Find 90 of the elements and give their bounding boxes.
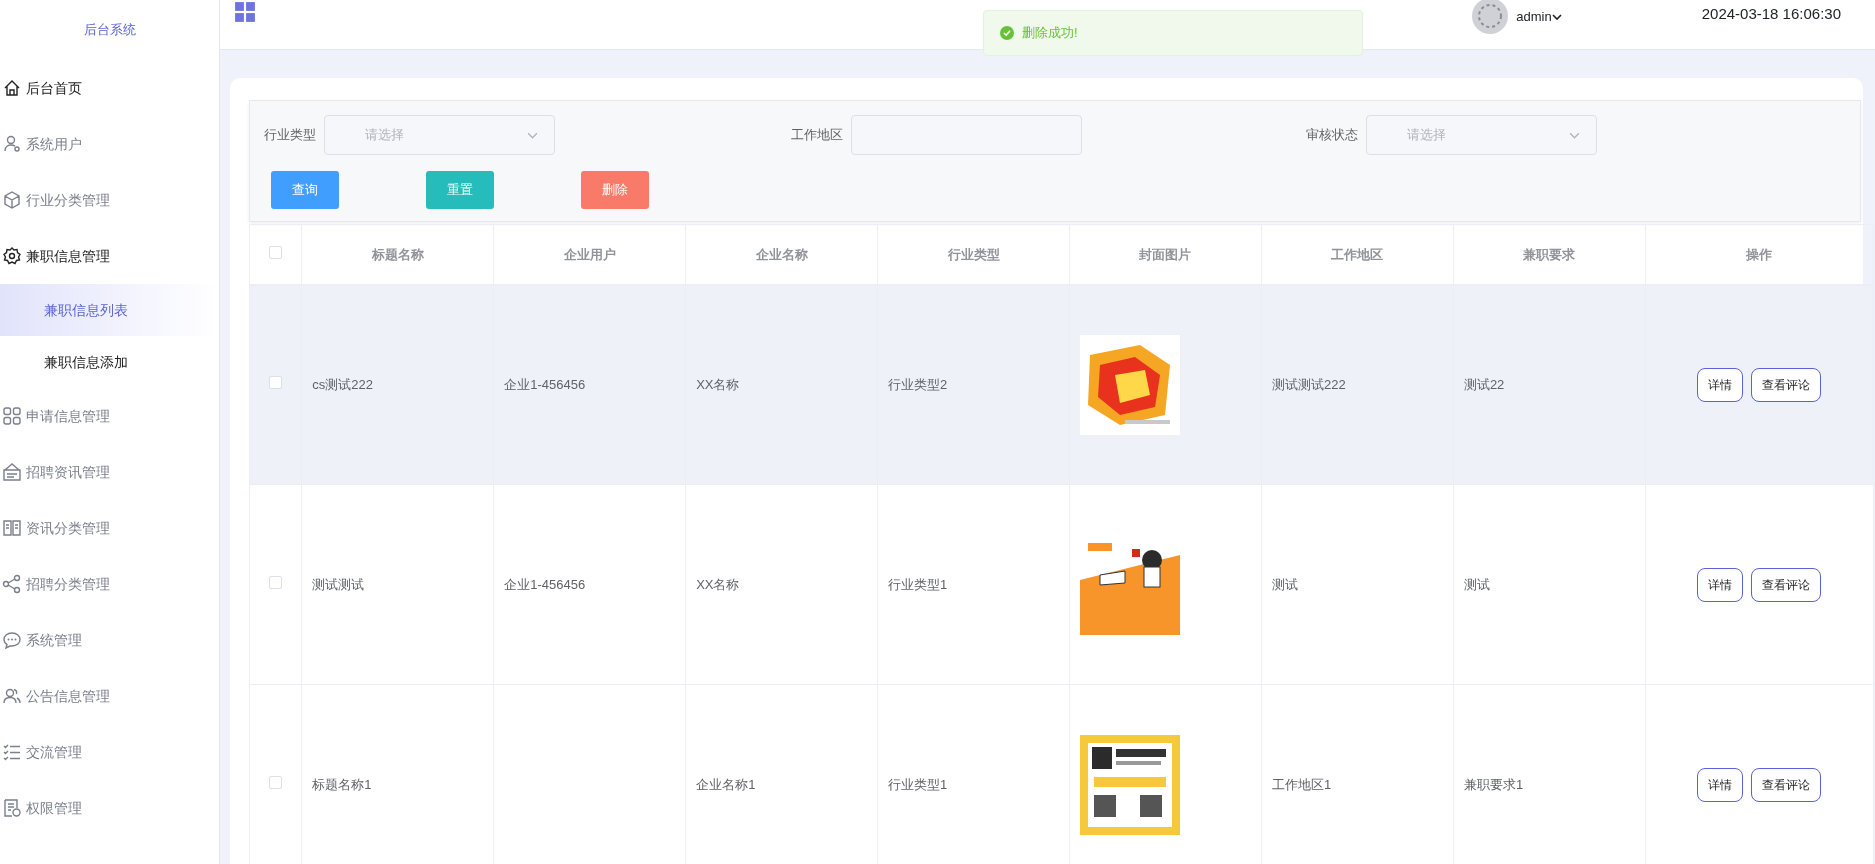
settings-icon xyxy=(2,246,22,266)
comments-button[interactable]: 查看评论 xyxy=(1750,367,1821,402)
menu-label: 系统用户 xyxy=(26,134,82,154)
share-icon xyxy=(2,574,22,594)
menu-item[interactable]: 系统管理 xyxy=(0,612,219,668)
input-field[interactable] xyxy=(851,115,1082,155)
table-cell: 行业类型1 xyxy=(888,776,948,792)
table-cell: 测试测试222 xyxy=(1271,377,1346,392)
column-header: 企业用户 xyxy=(493,224,686,285)
menu-label: 行业分类管理 xyxy=(26,190,110,210)
date-time: 2024-03-18 16:06:30 xyxy=(1701,4,1841,25)
row-checkbox[interactable] xyxy=(268,376,282,389)
table-row[interactable]: 标题名称1 企业名称1 行业类型1 工作地区1 兼职要求1 详情 查看评论 xyxy=(249,684,1874,864)
menu-item[interactable]: 资讯分类管理 xyxy=(0,500,219,556)
menu-label: 兼职信息管理 xyxy=(26,246,110,266)
menu-item[interactable]: 后台首页 xyxy=(0,60,219,116)
table-cell: 工作地区1 xyxy=(1271,776,1332,792)
table-row[interactable]: cs测试222 企业1-456456 XX名称 行业类型2 测试测试222 测试22 详情 查看评论 xyxy=(249,284,1874,485)
user-gear-icon xyxy=(2,134,22,154)
menu-label: 后台首页 xyxy=(26,78,82,98)
users-icon xyxy=(2,686,22,706)
table-cell: cs测试222 xyxy=(312,377,373,392)
row-checkbox[interactable] xyxy=(268,775,282,789)
menu-label: 权限管理 xyxy=(26,798,82,818)
menu-label: 交流管理 xyxy=(26,742,82,762)
table-cell: 企业1-456456 xyxy=(504,377,586,392)
menu-label: 公告信息管理 xyxy=(26,686,110,706)
grid-icon xyxy=(2,406,22,426)
success-icon xyxy=(1000,26,1014,40)
row-checkbox[interactable] xyxy=(268,575,282,589)
table-cell: 企业名称1 xyxy=(696,776,756,792)
query-button[interactable]: 查询 xyxy=(271,171,339,209)
select-all-checkbox[interactable] xyxy=(269,245,283,259)
signboard-icon xyxy=(2,462,22,482)
house-icon xyxy=(2,78,22,98)
menu-item[interactable]: 招聘资讯管理 xyxy=(0,444,219,500)
table-cell: XX名称 xyxy=(696,576,740,592)
checklist-icon xyxy=(2,742,22,762)
chat-icon xyxy=(2,630,22,650)
submenu-item[interactable]: 兼职信息添加 xyxy=(0,336,219,388)
column-header: 企业名称 xyxy=(685,224,878,285)
sidebar-title: 后台系统 xyxy=(83,21,136,40)
caret-icon[interactable] xyxy=(1551,11,1562,22)
comments-button[interactable]: 查看评论 xyxy=(1750,767,1821,802)
details-button[interactable]: 详情 xyxy=(1696,567,1743,602)
comments-button[interactable]: 查看评论 xyxy=(1750,567,1821,602)
table-cell: 行业类型1 xyxy=(888,576,948,592)
menu-label: 招聘资讯管理 xyxy=(26,462,110,482)
column-header: 兼职要求 xyxy=(1453,224,1646,285)
menu-item[interactable]: 权限管理 xyxy=(0,780,219,836)
table-cell: 兼职要求1 xyxy=(1463,776,1524,792)
table-cell: 测试测试 xyxy=(312,576,365,592)
menu-item[interactable]: 兼职信息管理 xyxy=(0,228,219,284)
column-header: 标题名称 xyxy=(301,224,494,285)
menu-label: 申请信息管理 xyxy=(26,406,110,426)
table-cell: XX名称 xyxy=(696,377,740,392)
grid-menu-icon[interactable] xyxy=(234,0,256,23)
document-icon xyxy=(2,798,22,818)
menu-label: 招聘分类管理 xyxy=(26,574,110,594)
book-icon xyxy=(2,518,22,538)
menu-item[interactable]: 交流管理 xyxy=(0,724,219,780)
column-header: 行业类型 xyxy=(877,224,1070,285)
details-button[interactable]: 详情 xyxy=(1696,767,1743,802)
table-cell: 行业类型2 xyxy=(888,377,948,392)
column-header: 工作地区 xyxy=(1261,224,1454,285)
menu-label: 系统管理 xyxy=(26,630,82,650)
filter-label: 行业类型 xyxy=(264,126,316,145)
details-button[interactable]: 详情 xyxy=(1696,367,1743,402)
table-cell: 测试 xyxy=(1271,576,1298,592)
filter-label: 审核状态 xyxy=(1306,126,1358,145)
menu-item[interactable]: 申请信息管理 xyxy=(0,388,219,444)
toast-text: 删除成功! xyxy=(1022,24,1078,43)
table-row[interactable]: 测试测试 企业1-456456 XX名称 行业类型1 测试 测试 详情 查看评论 xyxy=(249,484,1874,685)
menu-label: 资讯分类管理 xyxy=(26,518,110,538)
table-cell: 标题名称1 xyxy=(312,776,372,792)
delete-button[interactable]: 删除 xyxy=(581,171,649,209)
table-cell: 测试22 xyxy=(1463,377,1505,392)
cube-icon xyxy=(2,190,22,210)
reset-button[interactable]: 重置 xyxy=(426,171,494,209)
filter-label: 工作地区 xyxy=(791,126,843,145)
table-cell: 测试 xyxy=(1463,576,1490,592)
user-menu[interactable]: admin xyxy=(1516,6,1552,27)
menu-item[interactable]: 公告信息管理 xyxy=(0,668,219,724)
column-header: 操作 xyxy=(1645,224,1874,285)
avatar-icon[interactable] xyxy=(1472,0,1509,34)
column-header: 封面图片 xyxy=(1069,224,1262,285)
menu-item[interactable]: 行业分类管理 xyxy=(0,172,219,228)
table-cell: 企业1-456456 xyxy=(504,576,586,592)
menu-item[interactable]: 招聘分类管理 xyxy=(0,556,219,612)
menu-item[interactable]: 系统用户 xyxy=(0,116,219,172)
